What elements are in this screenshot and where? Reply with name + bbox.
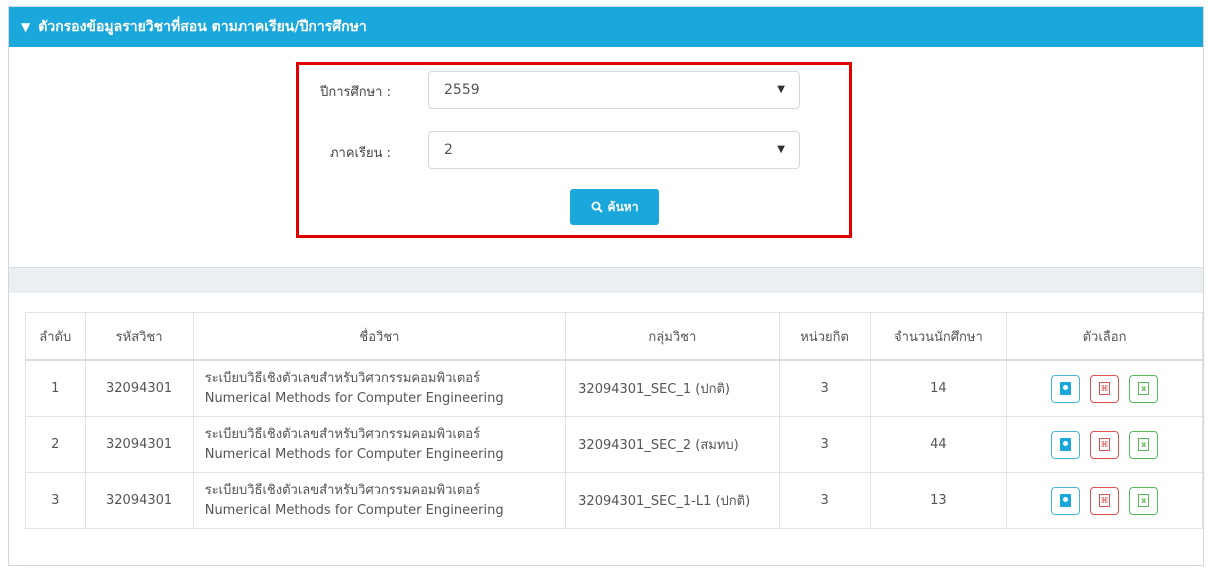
student-list-button[interactable] [1050, 374, 1080, 403]
course-table: ลำดับ รหัสวิชา ชื่อวิชา กลุ่มวิชา หน่วยก… [25, 312, 1203, 529]
year-value: 2559 [444, 82, 480, 98]
student-count: 14 [869, 359, 1008, 417]
column-header: หน่วยกิต [778, 312, 871, 361]
contact-book-icon [1059, 382, 1071, 395]
chevron-down-icon: ▼ [777, 144, 785, 155]
filter-form: ปีการศึกษา : 2559 ▼ ภาคเรียน : 2 ▼ ค้นหา [9, 47, 1203, 267]
student-count: 44 [869, 416, 1008, 473]
course-code: 32094301 [84, 416, 194, 473]
table-row: 3 32094301 ระเบียบวิธีเชิงตัวเลขสำหรับวิ… [25, 472, 1203, 529]
term-select[interactable]: 2 ▼ [428, 131, 800, 169]
course-name-th: ระเบียบวิธีเชิงตัวเลขสำหรับวิศวกรรมคอมพิ… [204, 482, 481, 498]
table-row: 2 32094301 ระเบียบวิธีเชิงตัวเลขสำหรับวิ… [25, 416, 1203, 473]
excel-file-icon: x [1138, 494, 1150, 507]
excel-file-icon: x [1138, 382, 1150, 395]
search-button-label: ค้นหา [607, 199, 639, 214]
row-options: ⌘ x [1006, 359, 1203, 417]
student-count: 13 [869, 472, 1008, 529]
row-options: ⌘ x [1006, 472, 1203, 529]
column-header: ตัวเลือก [1006, 312, 1203, 361]
column-header: จำนวนนักศึกษา [869, 312, 1008, 361]
contact-book-icon [1059, 438, 1071, 451]
contact-book-icon [1059, 494, 1071, 507]
filter-icon: ▼ [21, 20, 31, 34]
course-code: 32094301 [84, 472, 194, 529]
course-name-en: Numerical Methods for Computer Engineeri… [204, 446, 504, 462]
course-name: ระเบียบวิธีเชิงตัวเลขสำหรับวิศวกรรมคอมพิ… [192, 472, 567, 529]
credits: 3 [778, 472, 871, 529]
course-name-th: ระเบียบวิธีเชิงตัวเลขสำหรับวิศวกรรมคอมพิ… [204, 426, 481, 442]
excel-export-button[interactable]: x [1129, 374, 1159, 403]
excel-export-button[interactable]: x [1129, 486, 1159, 515]
course-name-en: Numerical Methods for Computer Engineeri… [204, 502, 504, 518]
search-button[interactable]: ค้นหา [570, 189, 659, 225]
pdf-export-button[interactable]: ⌘ [1090, 430, 1120, 459]
section-divider [9, 267, 1203, 293]
filter-panel: ▼ ตัวกรองข้อมูลรายวิชาที่สอน ตามภาคเรียน… [8, 6, 1204, 566]
column-header: ชื่อวิชา [192, 312, 567, 361]
course-name-en: Numerical Methods for Computer Engineeri… [204, 390, 504, 406]
panel-header: ▼ ตัวกรองข้อมูลรายวิชาที่สอน ตามภาคเรียน… [9, 7, 1203, 47]
student-list-button[interactable] [1050, 486, 1080, 515]
chevron-down-icon: ▼ [777, 84, 785, 95]
credits: 3 [778, 359, 871, 417]
student-list-button[interactable] [1050, 430, 1080, 459]
column-header: ลำดับ [25, 312, 86, 361]
course-group: 32094301_SEC_1-L1 (ปกติ) [565, 472, 780, 529]
column-header: รหัสวิชา [84, 312, 194, 361]
excel-export-button[interactable]: x [1129, 430, 1159, 459]
table-header-row: ลำดับ รหัสวิชา ชื่อวิชา กลุ่มวิชา หน่วยก… [25, 312, 1203, 361]
row-number: 1 [25, 359, 86, 417]
column-header: กลุ่มวิชา [565, 312, 780, 361]
course-code: 32094301 [84, 359, 194, 417]
row-options: ⌘ x [1006, 416, 1203, 473]
course-name: ระเบียบวิธีเชิงตัวเลขสำหรับวิศวกรรมคอมพิ… [192, 359, 567, 417]
term-value: 2 [444, 142, 453, 158]
pdf-export-button[interactable]: ⌘ [1090, 374, 1120, 403]
search-icon [591, 201, 603, 213]
course-group: 32094301_SEC_1 (ปกติ) [565, 359, 780, 417]
row-number: 2 [25, 416, 86, 473]
excel-file-icon: x [1138, 438, 1150, 451]
pdf-file-icon: ⌘ [1099, 494, 1111, 507]
credits: 3 [778, 416, 871, 473]
row-number: 3 [25, 472, 86, 529]
pdf-export-button[interactable]: ⌘ [1090, 486, 1120, 515]
year-label: ปีการศึกษา : [320, 85, 391, 100]
table-row: 1 32094301 ระเบียบวิธีเชิงตัวเลขสำหรับวิ… [25, 359, 1203, 417]
pdf-file-icon: ⌘ [1099, 438, 1111, 451]
term-label: ภาคเรียน : [329, 146, 391, 161]
pdf-file-icon: ⌘ [1099, 382, 1111, 395]
course-name: ระเบียบวิธีเชิงตัวเลขสำหรับวิศวกรรมคอมพิ… [192, 416, 567, 473]
course-name-th: ระเบียบวิธีเชิงตัวเลขสำหรับวิศวกรรมคอมพิ… [204, 370, 481, 386]
course-group: 32094301_SEC_2 (สมทบ) [565, 416, 780, 473]
year-select[interactable]: 2559 ▼ [428, 71, 800, 109]
panel-title: ตัวกรองข้อมูลรายวิชาที่สอน ตามภาคเรียน/ป… [38, 19, 367, 35]
